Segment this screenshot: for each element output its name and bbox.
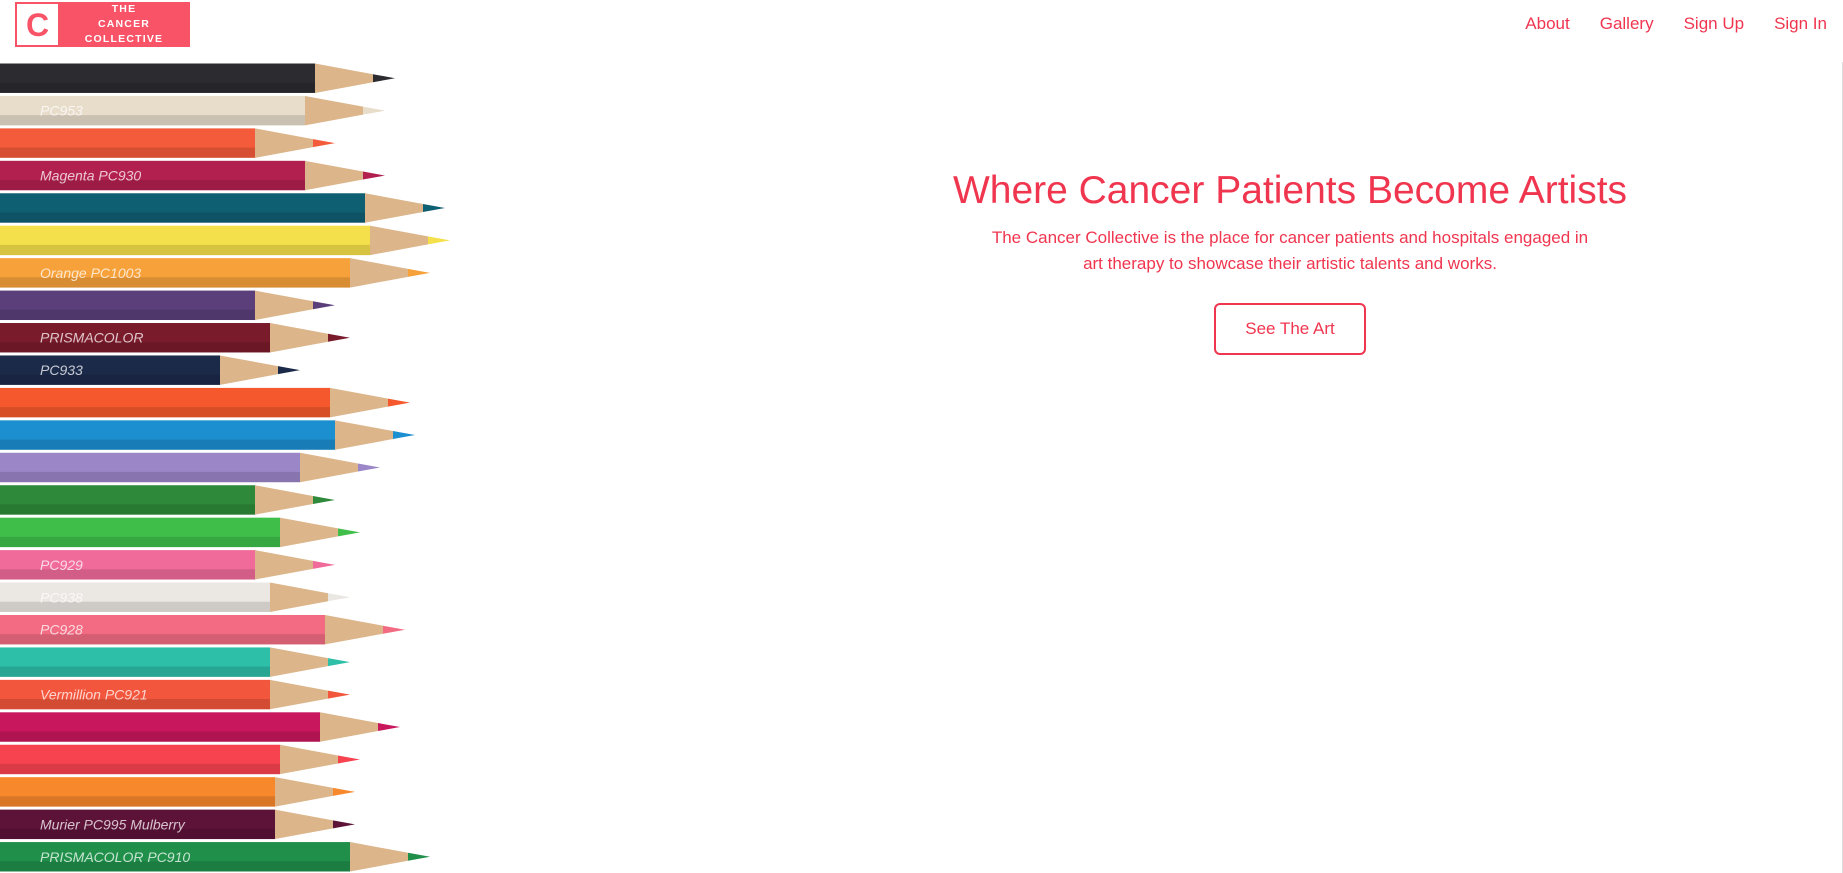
nav-gallery-link[interactable]: Gallery bbox=[1600, 12, 1654, 36]
pencil: PC938 bbox=[0, 582, 350, 612]
pencil-label: PC929 bbox=[40, 557, 83, 573]
pencil bbox=[0, 712, 400, 742]
pencil: PRISMACOLOR PC910 bbox=[0, 842, 430, 872]
pencil bbox=[0, 128, 335, 158]
nav-about-link[interactable]: About bbox=[1525, 12, 1569, 36]
brand-logo[interactable]: C THE CANCER COLLECTIVE bbox=[15, 2, 190, 47]
pencil-label: PRISMACOLOR PC910 bbox=[40, 849, 190, 865]
pencil: Vermillion PC921 bbox=[0, 679, 350, 710]
pencil: PC928 bbox=[0, 614, 405, 645]
pencil-label: PC928 bbox=[40, 622, 83, 638]
pencil bbox=[0, 485, 335, 515]
pencil bbox=[0, 744, 360, 775]
pencil-label: Magenta PC930 bbox=[40, 168, 141, 184]
hero-section: Where Cancer Patients Become Artists The… bbox=[900, 165, 1680, 355]
pencil: PRISMACOLOR bbox=[0, 323, 350, 353]
pencil bbox=[0, 63, 395, 93]
see-the-art-button[interactable]: See The Art bbox=[1214, 303, 1366, 355]
pencil-label: Vermillion PC921 bbox=[40, 687, 148, 703]
pencil bbox=[0, 387, 410, 418]
nav-sign-up-link[interactable]: Sign Up bbox=[1684, 12, 1744, 36]
pencil: Orange PC1003 bbox=[0, 258, 430, 288]
pencil: Murier PC995 Mulberry bbox=[0, 809, 355, 840]
main-nav: About Gallery Sign Up Sign In bbox=[1525, 12, 1827, 36]
logo-line-1: THE bbox=[111, 3, 137, 15]
hero-subtitle: The Cancer Collective is the place for c… bbox=[991, 228, 1589, 273]
logo-mark: C bbox=[17, 4, 58, 45]
pencil: PC953 bbox=[0, 95, 385, 126]
pencil-label: Orange PC1003 bbox=[40, 265, 141, 281]
pencil-label: PRISMACOLOR bbox=[40, 330, 143, 346]
pencil: PC933 bbox=[0, 355, 300, 385]
pencil bbox=[0, 225, 450, 256]
pencil: Magenta PC930 bbox=[0, 160, 385, 191]
pencil bbox=[0, 517, 360, 548]
logo-wordmark: THE CANCER COLLECTIVE bbox=[58, 2, 190, 47]
navbar: C THE CANCER COLLECTIVE About Gallery Si… bbox=[0, 0, 1843, 62]
pencil bbox=[0, 647, 350, 677]
pencil-label: PC953 bbox=[40, 103, 83, 119]
pencil bbox=[0, 290, 335, 321]
hero-title: Where Cancer Patients Become Artists bbox=[952, 169, 1628, 212]
colored-pencils-image: PC953 Magenta PC930 Orange PC1003 PRISMACOL… bbox=[0, 63, 450, 872]
nav-sign-in-link[interactable]: Sign In bbox=[1774, 12, 1827, 36]
pencil: PC929 bbox=[0, 550, 335, 580]
pencil-label: PC933 bbox=[40, 362, 83, 378]
pencil bbox=[0, 452, 380, 483]
pencil-label: PC938 bbox=[40, 589, 83, 605]
pencil bbox=[0, 777, 355, 807]
pencil bbox=[0, 420, 415, 450]
pencil bbox=[0, 193, 445, 223]
pencil-label: Murier PC995 Mulberry bbox=[40, 816, 186, 832]
logo-line-2: CANCER COLLECTIVE bbox=[84, 18, 164, 45]
